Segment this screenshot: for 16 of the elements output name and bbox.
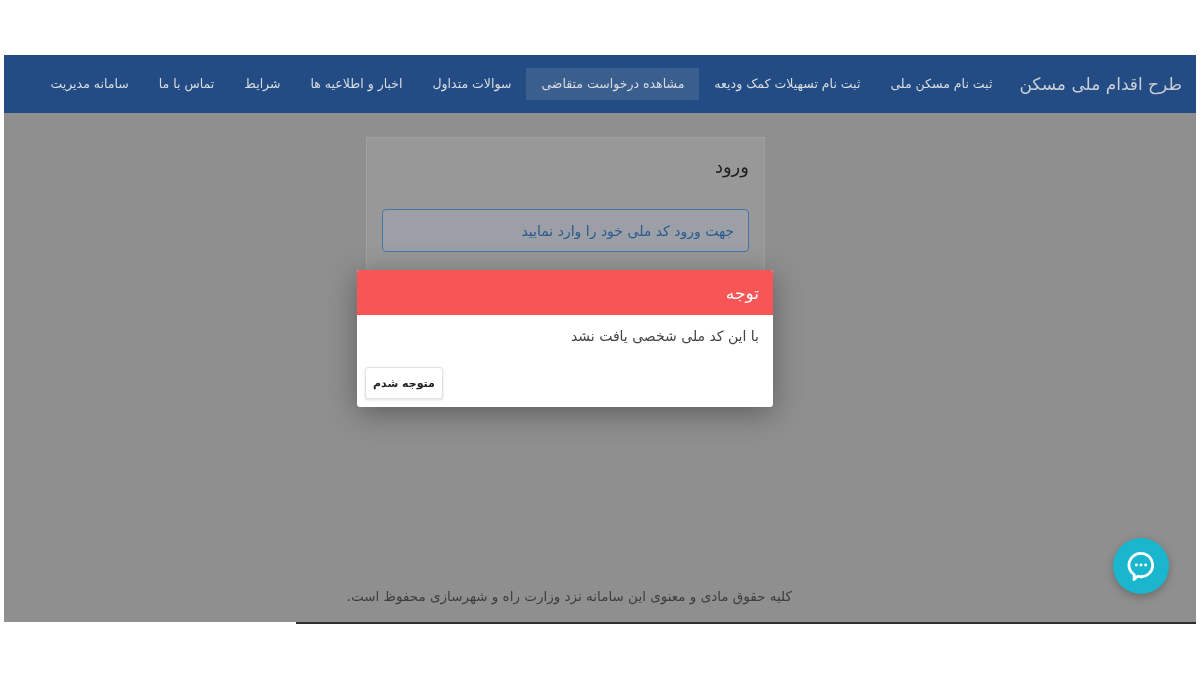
chat-bubble-icon: [1127, 551, 1155, 581]
dialog-message: با این کد ملی شخصی یافت نشد: [569, 327, 759, 347]
card-title: ورود: [713, 155, 749, 179]
nav-link[interactable]: اخبار و اطلاعیه ها: [295, 68, 418, 100]
nav-link[interactable]: سوالات متداول: [417, 68, 527, 100]
nav-link[interactable]: ثبت نام مسکن ملی: [875, 68, 1008, 100]
confirm-button[interactable]: متوجه شدم: [365, 367, 443, 399]
nav-link[interactable]: مشاهده درخواست متقاضی: [526, 68, 700, 100]
nav-link[interactable]: ثبت نام تسهیلات کمک ودیعه: [699, 68, 876, 100]
nav-link[interactable]: تماس با ما: [143, 68, 230, 100]
site-title[interactable]: طرح اقدام ملی مسکن: [1019, 74, 1182, 94]
nav-link[interactable]: شرایط: [229, 68, 296, 100]
dialog-title: توجه: [725, 282, 759, 303]
national-id-field[interactable]: جهت ورود کد ملی خود را وارد نمایید: [382, 209, 749, 252]
copyright-text: کلیه حقوق مادی و معنوی این سامانه نزد وزارت راه و شهرسازی محفوظ است.: [346, 588, 792, 604]
nav-link[interactable]: سامانه مدیریت: [35, 68, 144, 100]
